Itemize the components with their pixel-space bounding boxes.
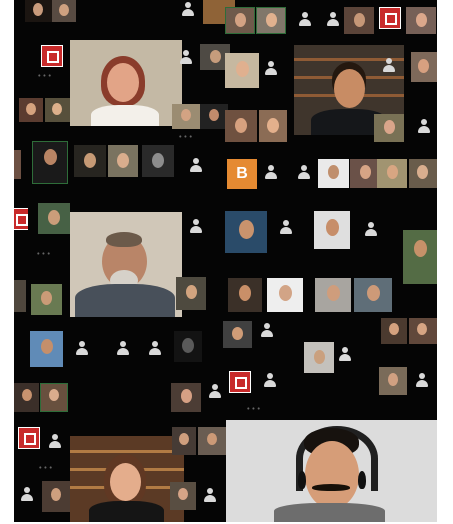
initial-avatar: B (227, 159, 257, 189)
participant-video[interactable] (228, 278, 262, 312)
participant-video[interactable] (344, 7, 374, 34)
no-video-participant[interactable] (414, 115, 434, 137)
participant-logo-icon (14, 208, 28, 230)
no-video-participant[interactable] (376, 52, 401, 77)
person-placeholder-icon (260, 323, 274, 337)
person-placeholder-icon (382, 57, 396, 72)
participant-logo-tile[interactable] (14, 205, 28, 233)
person-placeholder-icon (179, 50, 193, 64)
participant-video[interactable] (14, 150, 21, 179)
person-placeholder-icon (264, 61, 278, 75)
participant-video[interactable] (379, 367, 407, 395)
participant-video[interactable] (108, 145, 138, 177)
no-video-participant[interactable] (259, 160, 283, 184)
participant-video[interactable] (225, 211, 267, 253)
participant-video[interactable] (200, 104, 228, 129)
no-video-participant[interactable] (202, 378, 227, 403)
person-placeholder-icon (208, 383, 222, 398)
participant-video[interactable] (406, 7, 436, 34)
participant-video[interactable] (74, 145, 106, 177)
person-placeholder-icon (203, 488, 217, 502)
participant-logo-tile[interactable] (39, 43, 65, 69)
person-placeholder-icon (181, 2, 195, 16)
speaker-photo (70, 212, 182, 317)
no-video-participant[interactable] (141, 334, 169, 362)
participant-video[interactable] (52, 0, 76, 22)
participant-video[interactable] (377, 159, 407, 188)
participant-video[interactable] (354, 278, 392, 312)
no-video-participant[interactable] (109, 334, 137, 362)
participant-video[interactable] (25, 0, 52, 22)
participant-video[interactable] (314, 211, 350, 249)
person-placeholder-icon (20, 487, 34, 501)
participant-video[interactable] (198, 427, 226, 455)
more-options-indicator: ••• (38, 464, 54, 472)
no-video-participant[interactable] (322, 8, 344, 30)
speaker-photo (70, 436, 184, 522)
participant-video[interactable] (409, 159, 437, 188)
person-placeholder-icon (417, 119, 431, 133)
participant-logo-icon (41, 45, 63, 67)
no-video-participant[interactable] (174, 45, 198, 69)
participant-video[interactable] (142, 145, 174, 177)
participant-video[interactable] (225, 53, 259, 88)
no-video-participant[interactable] (292, 160, 316, 184)
no-video-participant[interactable] (356, 214, 386, 244)
participant-video[interactable] (315, 278, 351, 312)
more-options-indicator: ••• (178, 133, 194, 141)
speaker-video-middle-left[interactable] (70, 212, 182, 317)
participant-video[interactable] (411, 52, 437, 82)
no-video-participant[interactable] (68, 334, 96, 362)
participant-video[interactable] (14, 383, 39, 412)
no-video-participant[interactable] (198, 483, 222, 507)
participant-video[interactable] (374, 114, 404, 142)
no-video-participant[interactable] (16, 483, 38, 505)
more-options-indicator: ••• (246, 405, 262, 413)
person-placeholder-icon (75, 341, 89, 355)
no-video-participant[interactable] (273, 214, 299, 240)
participant-video[interactable] (267, 278, 303, 312)
no-video-participant[interactable] (177, 0, 199, 18)
participant-video[interactable] (225, 7, 255, 34)
speaker-video-bottom-left[interactable] (70, 436, 184, 522)
person-placeholder-icon (116, 341, 130, 355)
no-video-participant[interactable] (333, 342, 357, 366)
person-placeholder-icon (148, 341, 162, 355)
no-video-participant[interactable] (410, 368, 434, 392)
participant-logo-icon (229, 371, 251, 393)
no-video-participant[interactable] (259, 56, 283, 80)
participant-logo-tile[interactable] (376, 4, 404, 32)
no-video-participant[interactable] (255, 318, 279, 342)
person-placeholder-icon (263, 372, 277, 387)
video-conference-collage: B ••• ••• ••• ••• ••• (14, 0, 437, 522)
person-placeholder-icon (298, 12, 312, 26)
participant-video[interactable] (381, 318, 407, 344)
participant-video[interactable] (172, 104, 200, 129)
participant-video[interactable] (14, 280, 26, 312)
person-placeholder-icon (264, 165, 278, 179)
participant-video[interactable] (225, 110, 257, 142)
person-placeholder-icon (326, 12, 340, 26)
participant-video[interactable] (318, 159, 349, 188)
no-video-participant[interactable] (257, 367, 282, 392)
person-placeholder-icon (338, 347, 352, 361)
no-video-participant[interactable] (294, 8, 316, 30)
participant-video[interactable] (259, 110, 287, 142)
participant-video[interactable] (409, 318, 437, 344)
participant-video[interactable] (256, 7, 286, 34)
participant-logo-tile[interactable] (223, 367, 257, 397)
participant-video[interactable] (403, 230, 437, 284)
participant-video[interactable] (223, 321, 252, 348)
initial-avatar-tile[interactable]: B (224, 158, 260, 190)
person-placeholder-icon (415, 373, 429, 387)
person-placeholder-icon (297, 165, 311, 179)
speaker-photo (70, 40, 182, 126)
participant-logo-icon (379, 7, 401, 29)
person-placeholder-icon (279, 220, 293, 234)
speaker-video-top-left[interactable] (70, 40, 182, 126)
participant-video[interactable] (304, 342, 334, 373)
person-placeholder-icon (364, 222, 378, 236)
